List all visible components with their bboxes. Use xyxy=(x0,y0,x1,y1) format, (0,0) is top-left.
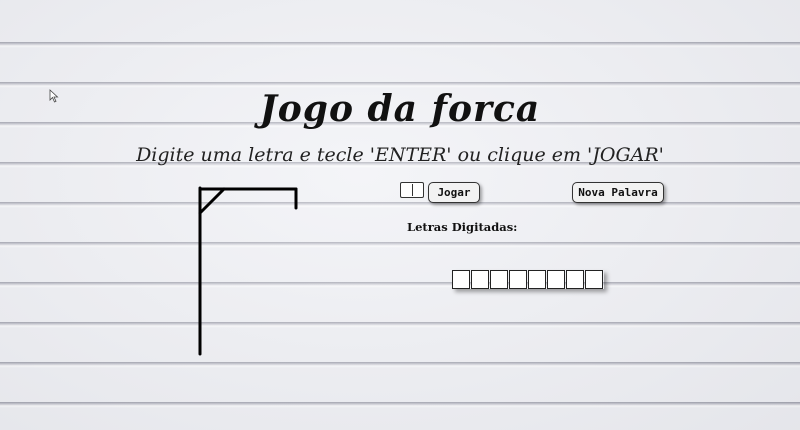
letter-slot xyxy=(452,270,470,289)
letter-slot xyxy=(471,270,489,289)
page-title: Jogo da forca xyxy=(259,88,541,130)
letter-slot xyxy=(490,270,508,289)
typed-letters-label: Letras Digitadas: xyxy=(407,220,518,234)
word-slots xyxy=(452,270,604,289)
letter-slot xyxy=(585,270,603,289)
instructions-text: Digite uma letra e tecle 'ENTER' ou cliq… xyxy=(136,144,664,166)
letter-slot xyxy=(509,270,527,289)
letter-slot xyxy=(528,270,546,289)
letter-input[interactable] xyxy=(400,182,424,198)
play-button[interactable]: Jogar xyxy=(428,182,480,203)
lined-paper-background xyxy=(0,0,800,430)
gallows-drawing xyxy=(198,186,298,356)
new-word-button[interactable]: Nova Palavra xyxy=(572,182,664,203)
letter-slot xyxy=(547,270,565,289)
letter-slot xyxy=(566,270,584,289)
